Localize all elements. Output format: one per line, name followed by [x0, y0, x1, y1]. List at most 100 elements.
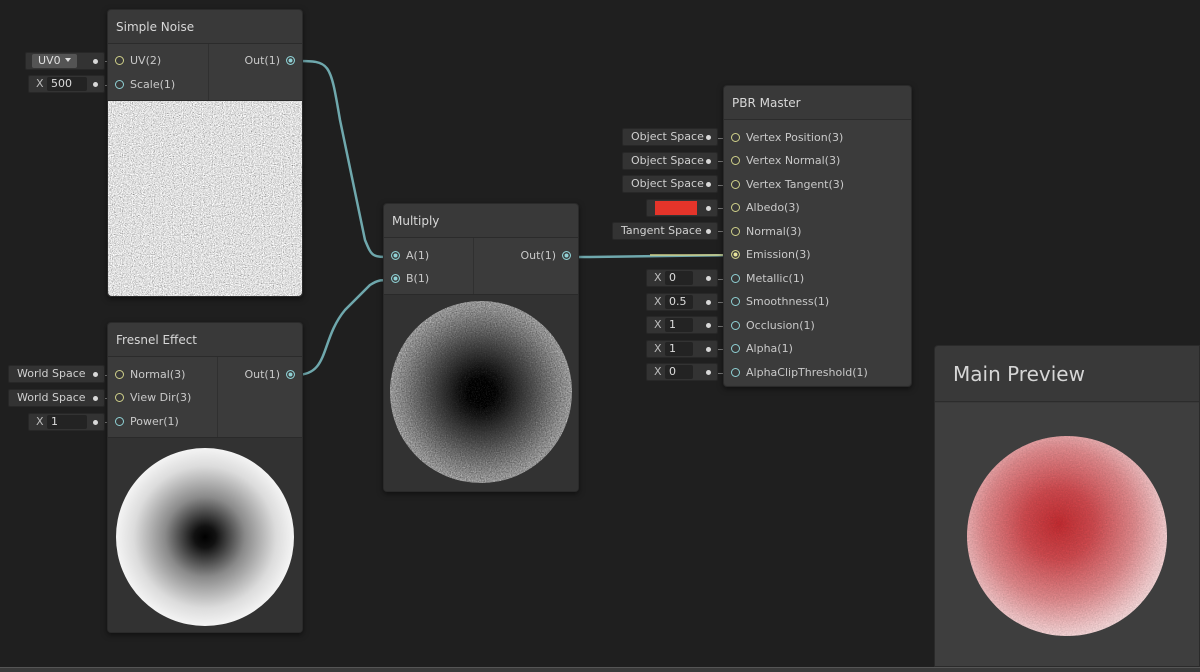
port-alpha[interactable]: Alpha(1)	[724, 339, 793, 359]
port-b[interactable]: B(1)	[384, 269, 429, 289]
alpha-value[interactable]: 1	[665, 342, 693, 356]
port-circle-icon	[731, 133, 740, 142]
port-albedo[interactable]: Albedo(3)	[724, 198, 800, 218]
alpha-clip-threshold-field[interactable]: X 0	[646, 363, 718, 381]
port-normal[interactable]: Normal(3)	[108, 365, 185, 385]
smoothness-value[interactable]: 0.5	[665, 295, 693, 309]
power-field[interactable]: X 1	[28, 413, 105, 431]
port-circle-icon	[286, 370, 295, 379]
port-normal[interactable]: Normal(3)	[724, 222, 801, 242]
node-title: Simple Noise	[108, 10, 302, 44]
vertex-position-space-field[interactable]: Object Space	[622, 128, 718, 146]
fresnel-effect-node[interactable]: Fresnel Effect Normal(3) View Dir(3) Pow…	[107, 322, 303, 633]
port-metallic[interactable]: Metallic(1)	[724, 269, 804, 289]
port-circle-icon	[115, 393, 124, 402]
port-scale[interactable]: Scale(1)	[108, 75, 175, 95]
normal-space-field[interactable]: Tangent Space	[612, 222, 718, 240]
power-value[interactable]: 1	[47, 415, 87, 429]
node-title: PBR Master	[724, 86, 911, 120]
port-out[interactable]: Out(1)	[244, 365, 302, 385]
bottom-scrollbar[interactable]	[0, 667, 1200, 672]
port-out[interactable]: Out(1)	[520, 246, 578, 266]
port-label: Metallic(1)	[746, 272, 805, 285]
multiply-node[interactable]: Multiply A(1) B(1) Out(1)	[383, 203, 579, 492]
port-link-dot	[93, 59, 98, 64]
port-vertex-position[interactable]: Vertex Position(3)	[724, 128, 843, 148]
main-preview-viewport[interactable]	[935, 403, 1199, 666]
port-circle-icon	[115, 56, 124, 65]
port-circle-icon	[115, 80, 124, 89]
port-label: AlphaClipThreshold(1)	[746, 366, 868, 379]
occlusion-value[interactable]: 1	[665, 318, 693, 332]
port-link-dot	[706, 182, 711, 187]
port-circle-icon	[731, 274, 740, 283]
wire-multiply-to-emission	[572, 253, 741, 259]
port-label: Vertex Tangent(3)	[746, 178, 845, 191]
port-link-dot	[706, 206, 711, 211]
pbr-master-node[interactable]: PBR Master Vertex Position(3) Vertex Nor…	[723, 85, 912, 387]
port-label: Scale(1)	[130, 78, 176, 91]
albedo-color-field[interactable]	[646, 199, 718, 217]
port-vertex-normal[interactable]: Vertex Normal(3)	[724, 151, 840, 171]
port-a[interactable]: A(1)	[384, 246, 429, 266]
port-circle-icon	[115, 417, 124, 426]
scale-field[interactable]: X 500	[28, 75, 105, 93]
port-link-dot	[706, 323, 711, 328]
port-occlusion[interactable]: Occlusion(1)	[724, 316, 815, 336]
port-label: UV(2)	[130, 54, 162, 67]
fresnel-sphere-image	[116, 448, 294, 626]
normal-space-field[interactable]: World Space	[8, 365, 105, 383]
port-circle-icon	[391, 251, 400, 260]
multiply-sphere-image	[390, 301, 572, 483]
port-emission[interactable]: Emission(3)	[724, 245, 811, 265]
smoothness-field[interactable]: X 0.5	[646, 293, 718, 311]
noise-texture-image	[108, 101, 302, 296]
vertex-normal-space-field[interactable]: Object Space	[622, 152, 718, 170]
port-label: Power(1)	[130, 415, 179, 428]
port-label: Vertex Position(3)	[746, 131, 844, 144]
space-value: Object Space	[631, 130, 704, 143]
space-value: Tangent Space	[621, 224, 702, 237]
port-power[interactable]: Power(1)	[108, 412, 179, 432]
port-divider	[217, 357, 218, 437]
alpha-clip-value[interactable]: 0	[665, 365, 693, 379]
port-label: Normal(3)	[130, 368, 186, 381]
chevron-down-icon	[64, 58, 71, 62]
occlusion-field[interactable]: X 1	[646, 316, 718, 334]
uv-channel-dropdown[interactable]: UV0	[25, 52, 105, 70]
port-label: Alpha(1)	[746, 342, 793, 355]
simple-noise-node[interactable]: Simple Noise UV(2) Scale(1) Out(1)	[107, 9, 303, 297]
scale-value[interactable]: 500	[47, 77, 87, 91]
axis-label: X	[654, 342, 662, 355]
uv-channel-value: UV0	[38, 54, 61, 67]
metallic-field[interactable]: X 0	[646, 269, 718, 287]
port-view-dir[interactable]: View Dir(3)	[108, 388, 191, 408]
port-link-dot	[93, 82, 98, 87]
port-circle-icon	[731, 368, 740, 377]
viewdir-space-field[interactable]: World Space	[8, 389, 105, 407]
port-alpha-clip-threshold[interactable]: AlphaClipThreshold(1)	[724, 363, 868, 383]
shader-graph-canvas[interactable]: UV0 X 500 Simple Noise UV(2) Scale(1) Ou…	[0, 0, 1200, 672]
port-link-dot	[93, 420, 98, 425]
vertex-tangent-space-field[interactable]: Object Space	[622, 175, 718, 193]
axis-label: X	[36, 77, 44, 90]
port-link-dot	[706, 159, 711, 164]
port-label: Smoothness(1)	[746, 295, 830, 308]
port-label: Out(1)	[520, 249, 556, 262]
port-out[interactable]: Out(1)	[244, 51, 302, 71]
main-preview-panel[interactable]: Main Preview	[934, 345, 1200, 667]
port-circle-icon	[562, 251, 571, 260]
port-uv[interactable]: UV(2)	[108, 51, 161, 71]
space-value: Object Space	[631, 154, 704, 167]
port-link-dot	[93, 372, 98, 377]
albedo-color-swatch[interactable]	[655, 201, 697, 215]
alpha-field[interactable]: X 1	[646, 340, 718, 358]
metallic-value[interactable]: 0	[665, 271, 693, 285]
port-circle-icon	[731, 297, 740, 306]
node-title: Fresnel Effect	[108, 323, 302, 357]
node-preview	[108, 437, 302, 632]
space-value: Object Space	[631, 177, 704, 190]
port-smoothness[interactable]: Smoothness(1)	[724, 292, 829, 312]
port-vertex-tangent[interactable]: Vertex Tangent(3)	[724, 175, 844, 195]
port-link-dot	[706, 370, 711, 375]
